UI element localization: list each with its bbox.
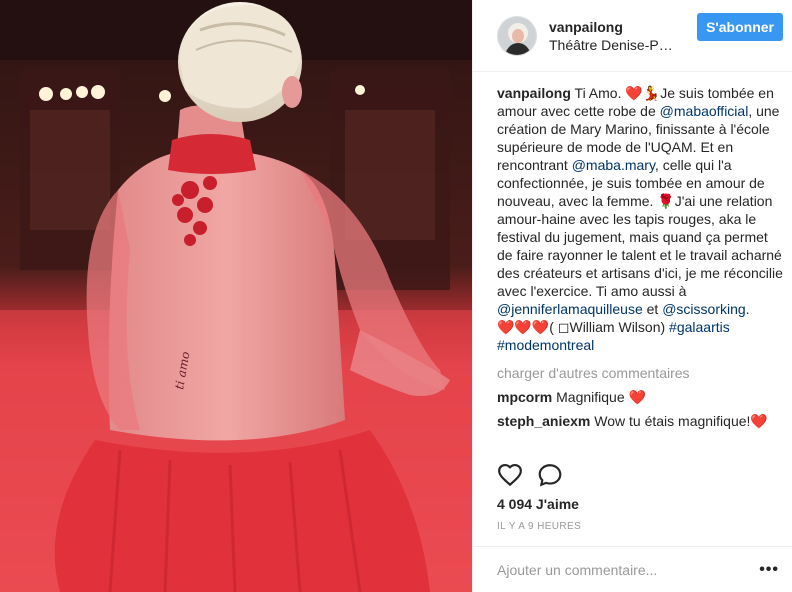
caption-text-7: . (745, 301, 750, 317)
avatar-image (498, 16, 536, 55)
mention-maba-mary[interactable]: @maba.mary (572, 157, 655, 173)
avatar[interactable] (497, 15, 537, 56)
speech-bubble-icon[interactable] (537, 462, 563, 488)
rose-emoji: 🌹 (657, 193, 675, 209)
follow-button[interactable]: S'abonner (697, 12, 783, 41)
caption-text-1: Ti Amo. (570, 85, 626, 101)
hashtag-galaartis[interactable]: #galaartis (669, 319, 730, 335)
caption-text-6: et (642, 301, 663, 317)
header-user-info: vanpailong Théâtre Denise-P… (549, 18, 697, 54)
post-actions (497, 462, 577, 488)
hearts-emoji: ❤️❤️❤️ (497, 319, 550, 335)
header-location[interactable]: Théâtre Denise-P… (549, 36, 674, 54)
caption-username[interactable]: vanpailong (497, 85, 571, 101)
post-caption: vanpailong Ti Amo. ❤️💃Je suis tombée en … (497, 84, 785, 354)
comment-input[interactable] (497, 561, 760, 578)
hashtag-modemontreal[interactable]: #modemontreal (497, 337, 594, 353)
mention-mabaofficial[interactable]: @mabaofficial (660, 103, 749, 119)
add-comment-bar: ••• (473, 546, 792, 592)
post-side-panel: vanpailong Théâtre Denise-P… S'abonner v… (472, 0, 792, 592)
post-photo-illustration: ti amo (0, 0, 472, 592)
comment-item: mpcorm Magnifique ❤️ (497, 388, 785, 406)
instagram-post: ti amo vanpailong Théâtre Denise-P… S'ab… (0, 0, 792, 592)
load-more-comments[interactable]: charger d'autres commentaires (497, 364, 785, 382)
camera-emoji: ◻ (557, 319, 570, 335)
heart-emoji: ❤️ (750, 413, 768, 429)
post-timestamp[interactable]: IL Y A 9 HEURES (497, 521, 581, 532)
header-username[interactable]: vanpailong (549, 18, 697, 36)
mention-scissorking[interactable]: @scissorking (662, 301, 745, 317)
mention-jenniferlamaquilleuse[interactable]: @jenniferlamaquilleuse (497, 301, 643, 317)
comment-text: Magnifique (552, 389, 629, 405)
heart-dancer-emoji: ❤️💃 (625, 85, 661, 101)
likes-count[interactable]: 4 094 J'aime (497, 496, 579, 512)
heart-emoji: ❤️ (628, 389, 646, 405)
post-photo[interactable]: ti amo (0, 0, 472, 592)
comment-username[interactable]: steph_aniexm (497, 413, 590, 429)
comment-username[interactable]: mpcorm (497, 389, 552, 405)
caption-text-8: ( (549, 319, 558, 335)
caption-text-9: William Wilson) (569, 319, 670, 335)
more-options-icon[interactable]: ••• (759, 561, 779, 579)
post-header: vanpailong Théâtre Denise-P… S'abonner (473, 0, 792, 72)
comments-section: vanpailong Ti Amo. ❤️💃Je suis tombée en … (497, 84, 785, 430)
comment-item: steph_aniexm Wow tu étais magnifique!❤️ (497, 412, 785, 430)
heart-outline-icon[interactable] (497, 462, 523, 488)
comment-text: Wow tu étais magnifique! (590, 413, 751, 429)
